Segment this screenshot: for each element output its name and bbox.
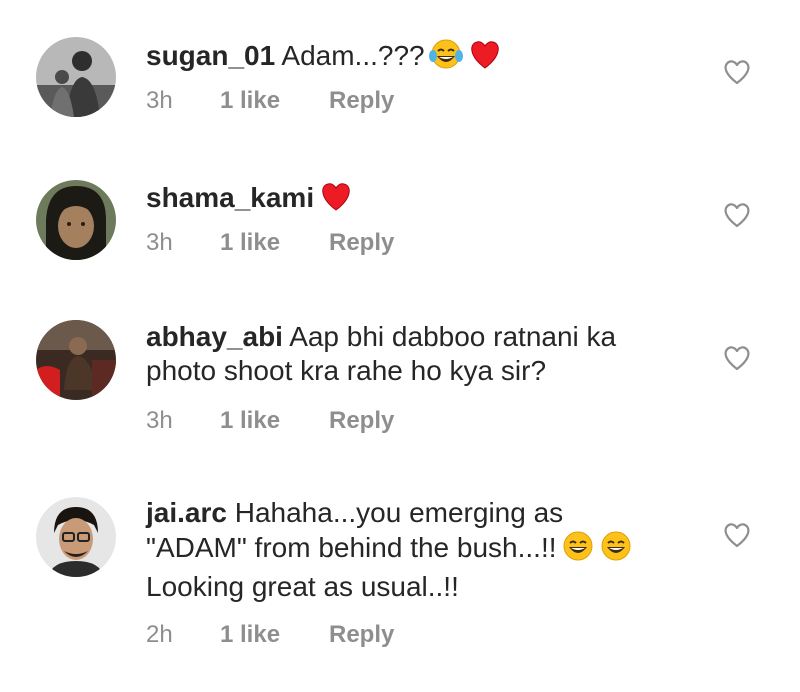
heart-outline-icon[interactable] [722,521,752,549]
comment-body: Adam...??? [281,40,425,71]
heart-outline-icon[interactable] [722,58,752,86]
reply-button[interactable]: Reply [329,229,394,257]
comment-likes[interactable]: 1 like [220,87,329,115]
comment-text: abhay_abi Aap bhi dabboo ratnani ka phot… [146,320,686,388]
avatar[interactable] [36,37,116,117]
avatar[interactable] [36,320,116,400]
heart-outline-icon[interactable] [722,344,752,372]
comment-body-line-1: Aap bhi dabboo ratnani ka [289,321,617,352]
avatar[interactable] [36,180,116,260]
grinning-face-with-smiling-eyes-icon [599,530,633,570]
comment-meta: 3h 1 like Reply [146,407,394,435]
comment-text: sugan_01 Adam...??? [146,38,686,78]
red-heart-icon [318,180,354,220]
comment-text: jai.arc Hahaha...you emerging as "ADAM" … [146,496,686,604]
comment-time: 2h [146,621,173,648]
comment-body-line-1: Hahaha...you emerging as [234,497,564,528]
comment-body-line-2: "ADAM" from behind the bush...!! [146,532,557,563]
comment-meta: 2h 1 like Reply [146,621,394,649]
face-with-tears-of-joy-icon [428,38,463,78]
comment-likes[interactable]: 1 like [220,229,329,257]
comment-text: shama_kami [146,180,686,220]
reply-button[interactable]: Reply [329,621,394,649]
comment-time: 3h [146,87,173,114]
comment-meta: 3h 1 like Reply [146,229,394,257]
comment-likes[interactable]: 1 like [220,407,329,435]
comment-time: 3h [146,229,173,256]
heart-outline-icon[interactable] [722,201,752,229]
reply-button[interactable]: Reply [329,87,394,115]
comment-username[interactable]: abhay_abi [146,321,283,352]
comment-likes[interactable]: 1 like [220,621,329,649]
reply-button[interactable]: Reply [329,407,394,435]
avatar[interactable] [36,497,116,577]
comment-username[interactable]: sugan_01 [146,40,275,71]
comment-username[interactable]: shama_kami [146,182,314,213]
comment-meta: 3h 1 like Reply [146,87,394,115]
comment-body-line-3: Looking great as usual..!! [146,571,459,602]
comment-time: 3h [146,407,173,434]
comment-body-line-2: photo shoot kra rahe ho kya sir? [146,355,547,386]
red-heart-icon [467,38,503,78]
grinning-face-with-smiling-eyes-icon [561,530,595,570]
comment-username[interactable]: jai.arc [146,497,227,528]
